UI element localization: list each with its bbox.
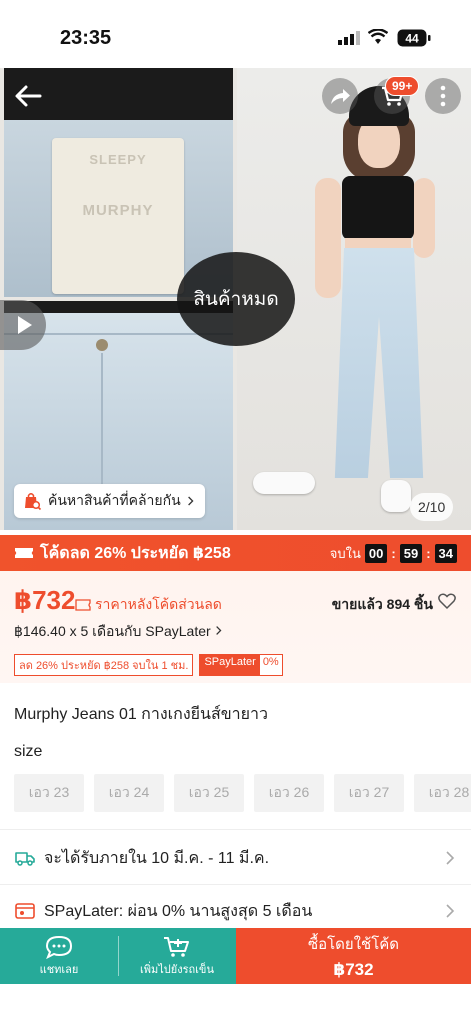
buy-now-button[interactable]: ซื้อโดยใช้โค้ด ฿732 bbox=[236, 928, 471, 984]
coupon-icon bbox=[75, 599, 91, 611]
size-option[interactable]: เอว 26 bbox=[254, 774, 324, 812]
divider bbox=[118, 936, 119, 976]
chat-icon bbox=[45, 935, 73, 960]
countdown-seconds: 34 bbox=[434, 544, 457, 563]
chevron-right-icon bbox=[187, 496, 194, 506]
find-similar-label: ค้นหาสินค้าที่คล้ายกัน bbox=[48, 492, 181, 508]
status-time: 23:35 bbox=[60, 27, 112, 49]
price: ฿732 bbox=[14, 585, 76, 615]
price-note: ราคาหลังโค้ดส่วนลด bbox=[75, 594, 222, 616]
brand-patch: SLEEPY MURPHY bbox=[52, 138, 184, 294]
play-icon bbox=[18, 316, 32, 334]
status-bar: 23:35 44 bbox=[0, 0, 471, 68]
truck-icon bbox=[15, 852, 35, 866]
countdown-minutes: 59 bbox=[399, 544, 423, 563]
size-option[interactable]: เอว 27 bbox=[334, 774, 404, 812]
size-option[interactable]: เอว 24 bbox=[94, 774, 164, 812]
add-to-cart-button[interactable]: เพิ่มไปยังรถเข็น bbox=[118, 928, 236, 984]
promo-banner[interactable]: โค้ดลด 26% ประหยัด ฿258 จบใน 00 : 59 : 3… bbox=[0, 535, 471, 571]
countdown-label: จบใน bbox=[329, 546, 361, 561]
share-icon bbox=[331, 89, 350, 104]
ticket-icon bbox=[15, 548, 33, 558]
home-indicator-area bbox=[0, 984, 471, 1024]
add-to-cart-label: เพิ่มไปยังรถเข็น bbox=[140, 964, 214, 976]
chevron-right-icon bbox=[446, 904, 455, 918]
play-video-button[interactable] bbox=[0, 300, 46, 350]
more-vertical-icon bbox=[440, 85, 446, 107]
size-option[interactable]: เอว 25 bbox=[174, 774, 244, 812]
chevron-right-icon bbox=[215, 626, 222, 635]
spaylater-icon bbox=[15, 903, 35, 919]
delivery-row[interactable]: จะได้รับภายใน 10 มี.ค. - 11 มี.ค. bbox=[0, 832, 471, 884]
spaylater-tag: SPayLater 0% bbox=[199, 654, 283, 676]
find-similar-button[interactable]: ค้นหาสินค้าที่คล้ายกัน bbox=[14, 484, 205, 518]
wifi-icon bbox=[368, 29, 388, 44]
chat-button[interactable]: แชทเลย bbox=[0, 928, 118, 984]
size-option[interactable]: เอว 23 bbox=[14, 774, 84, 812]
size-options: เอว 23 เอว 24 เอว 25 เอว 26 เอว 27 เอว 2… bbox=[14, 774, 471, 812]
add-to-cart-icon bbox=[164, 937, 189, 957]
installment-info[interactable]: ฿146.40 x 5 เดือนกับ SPayLater bbox=[14, 621, 223, 643]
promo-label: โค้ดลด 26% ประหยัด ฿258 bbox=[40, 544, 231, 562]
cart-count-badge: 99+ bbox=[385, 76, 420, 96]
chevron-right-icon bbox=[446, 851, 455, 865]
delivery-text: จะได้รับภายใน 10 มี.ค. - 11 มี.ค. bbox=[44, 849, 270, 867]
back-arrow-icon[interactable] bbox=[10, 78, 46, 114]
signal-icon bbox=[338, 31, 360, 45]
divider bbox=[0, 829, 471, 830]
image-counter: 2/10 bbox=[410, 493, 454, 521]
price-section: ฿732 ราคาหลังโค้ดส่วนลด ขายแล้ว 894 ชิ้น… bbox=[0, 571, 471, 683]
more-button[interactable] bbox=[425, 78, 461, 114]
bottom-action-bar: แชทเลย เพิ่มไปยังรถเข็น ซื้อโดยใช้โค้ด ฿… bbox=[0, 928, 471, 984]
sold-out-badge: สินค้าหมด bbox=[177, 252, 295, 346]
countdown-hours: 00 bbox=[364, 544, 388, 563]
shopping-bag-search-icon bbox=[25, 493, 42, 511]
spaylater-text: SPayLater: ผ่อน 0% นานสูงสุด 5 เดือน bbox=[44, 902, 313, 920]
share-button[interactable] bbox=[322, 78, 358, 114]
promo-tags: ลด 26% ประหยัด ฿258 จบใน 1 ชม. SPayLater… bbox=[14, 654, 283, 676]
size-label: size bbox=[14, 743, 43, 760]
size-option[interactable]: เอว 28 bbox=[414, 774, 471, 812]
product-title: Murphy Jeans 01 กางเกงยีนส์ขายาว bbox=[14, 706, 268, 723]
sold-count: ขายแล้ว 894 ชิ้น bbox=[331, 596, 433, 612]
chat-label: แชทเลย bbox=[39, 964, 79, 976]
battery-icon: 44 bbox=[397, 29, 431, 47]
heart-icon[interactable] bbox=[437, 591, 457, 611]
discount-tag: ลด 26% ประหยัด ฿258 จบใน 1 ชม. bbox=[14, 654, 194, 676]
buy-now-label: ซื้อโดยใช้โค้ด bbox=[307, 936, 400, 953]
buy-now-price: ฿732 bbox=[333, 960, 374, 979]
countdown: จบใน 00 : 59 : 34 bbox=[330, 543, 457, 564]
svg-text:44: 44 bbox=[405, 32, 419, 46]
